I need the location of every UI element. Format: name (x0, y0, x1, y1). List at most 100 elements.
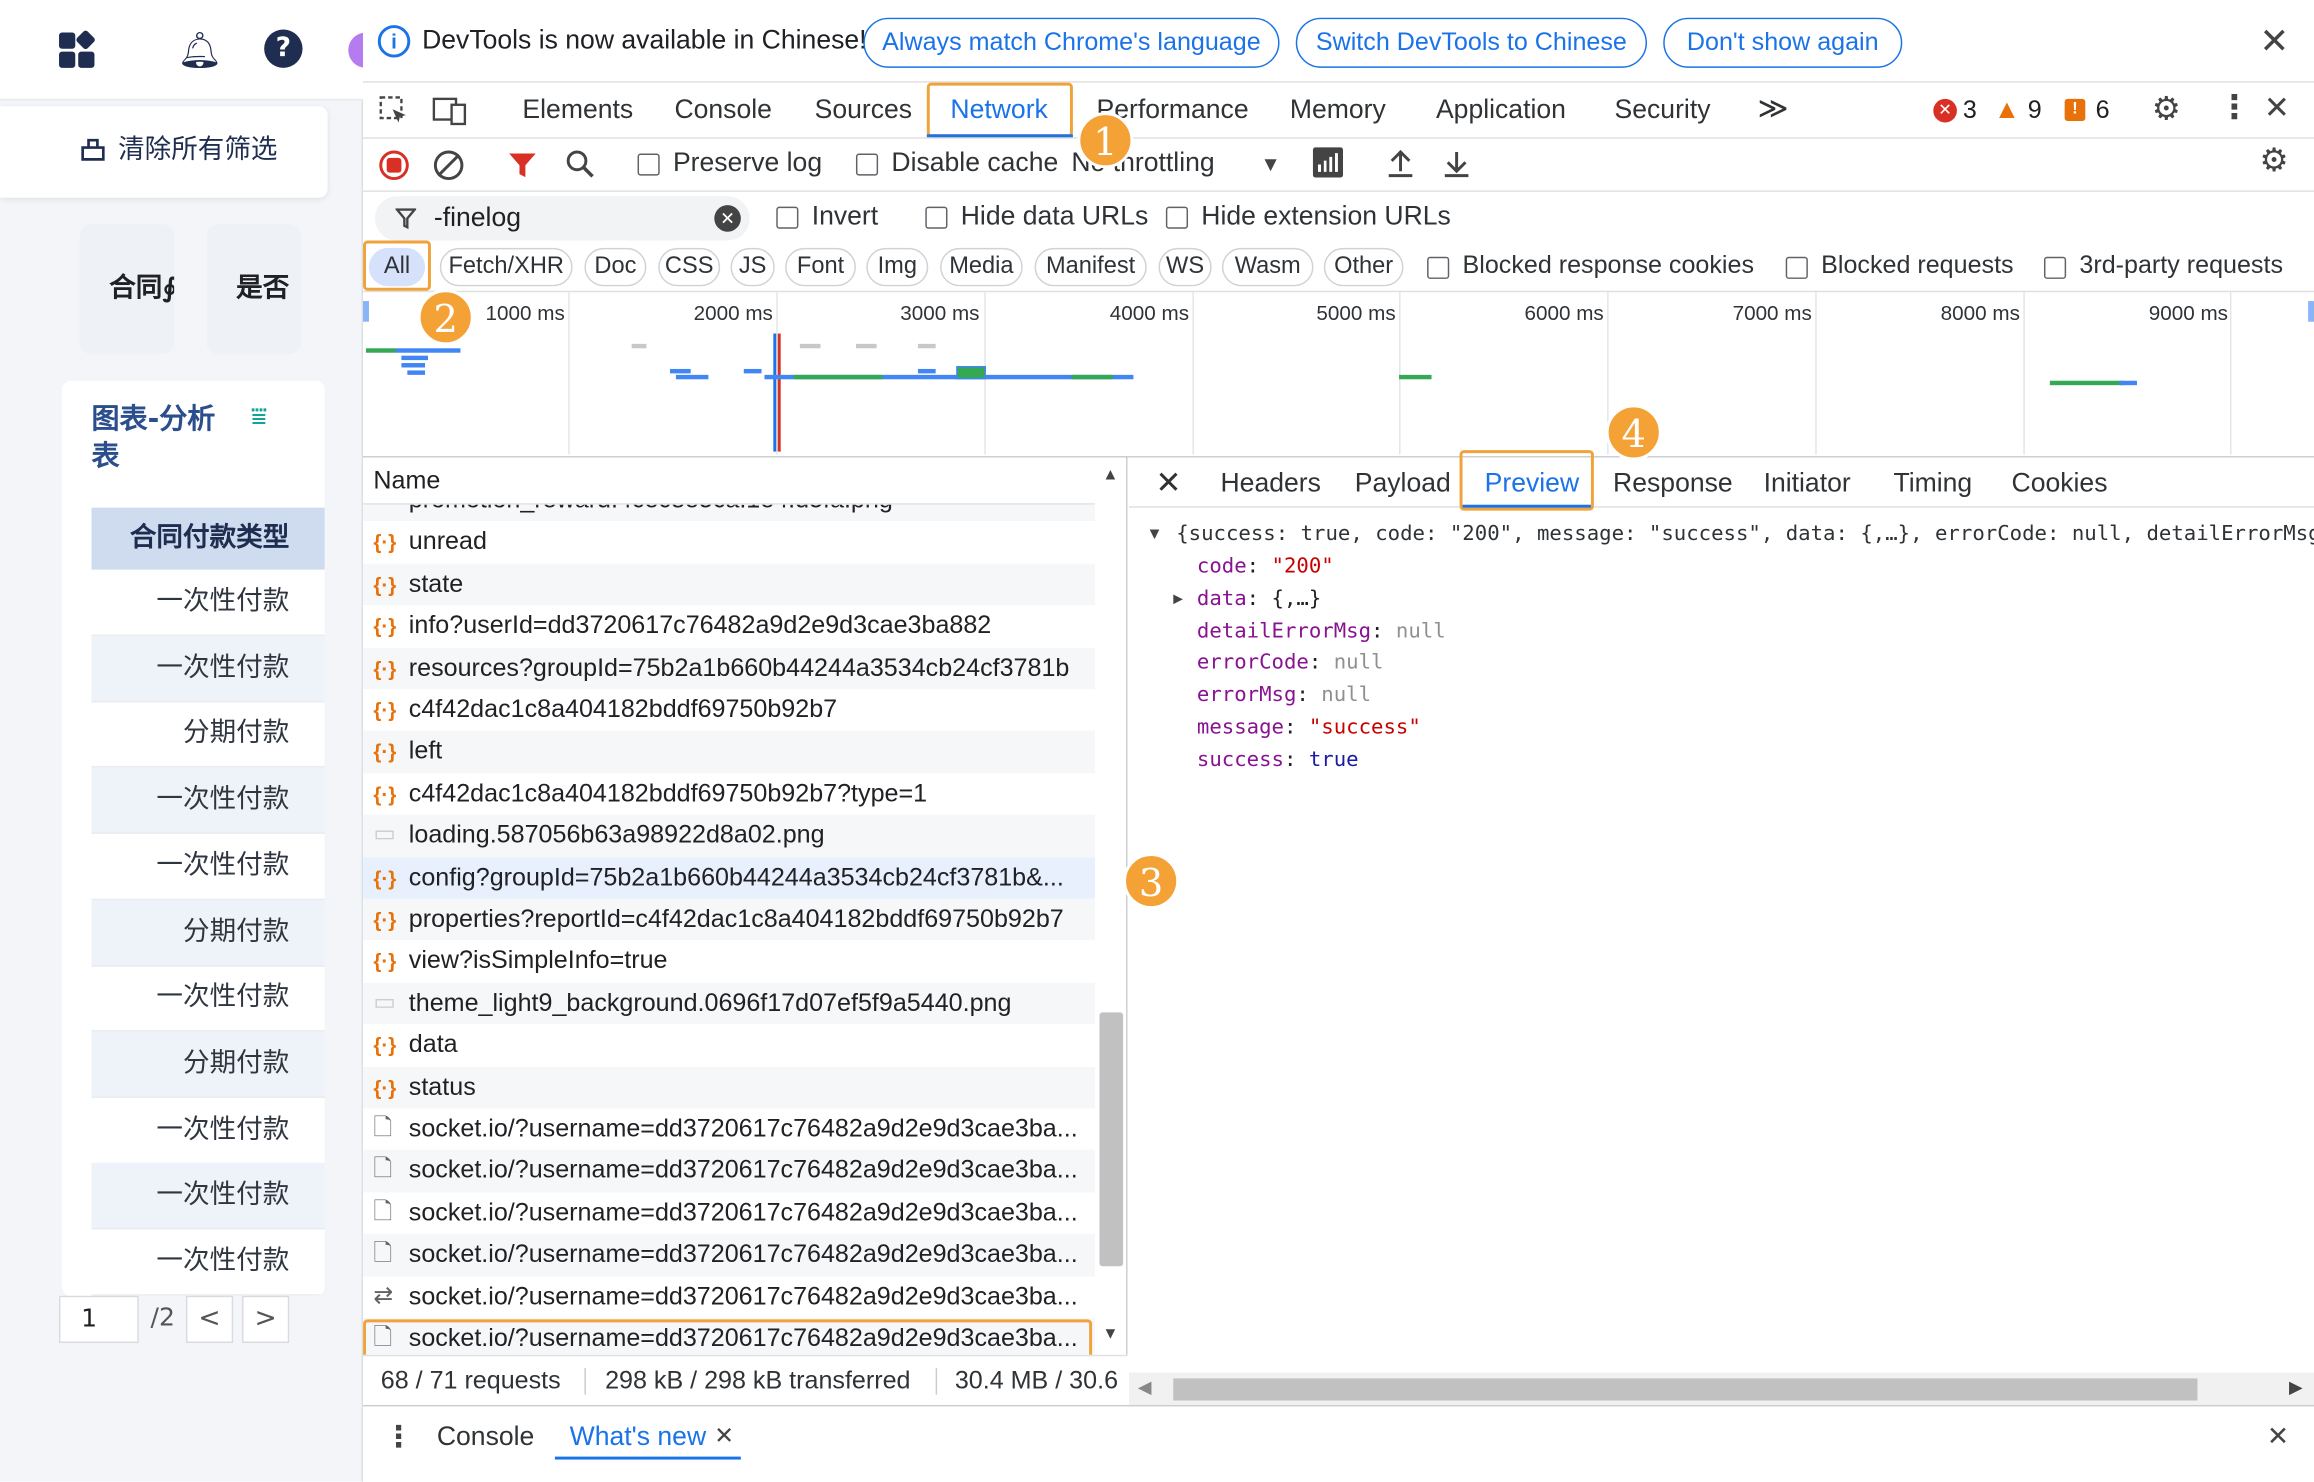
request-row[interactable]: 🗋 socket.io/?username=dd3720617c76482a9d2… (363, 1108, 1095, 1150)
tab-sources[interactable]: Sources (815, 94, 912, 125)
type-chip-fetch-xhr[interactable]: Fetch/XHR (439, 247, 573, 287)
record-stop-icon[interactable] (379, 150, 409, 181)
network-overview-timeline[interactable]: 1000 ms 2000 ms 3000 ms 4000 ms 5000 ms … (363, 292, 2314, 458)
type-chip-manifest[interactable]: Manifest (1034, 247, 1147, 287)
tab-cookies[interactable]: Cookies (2012, 468, 2108, 499)
list-scroll-thumb[interactable] (1099, 1012, 1124, 1267)
disable-cache-checkbox[interactable] (855, 153, 879, 176)
close-detail-icon[interactable]: ✕ (1156, 465, 1182, 502)
timeline-left-handle[interactable] (363, 301, 369, 322)
search-icon[interactable] (565, 149, 597, 181)
table-row[interactable]: 一次性付款 (91, 767, 325, 834)
request-row[interactable]: {·} c4f42dac1c8a404182bddf69750b92b7?type… (363, 773, 1095, 815)
request-row[interactable]: {·} state (363, 563, 1096, 606)
table-row[interactable]: 一次性付款 (91, 1163, 325, 1230)
json-property[interactable]: ▶ data: {,…} (1173, 587, 1321, 611)
request-row[interactable]: {·} properties?reportId=c4f42dac1c8a40418… (363, 898, 1096, 941)
tab-memory[interactable]: Memory (1290, 94, 1386, 125)
tab-preview[interactable]: Preview (1485, 468, 1579, 499)
device-toolbar-icon[interactable] (432, 94, 467, 126)
tab-console[interactable]: Console (674, 94, 771, 125)
close-infobar-icon[interactable]: ✕ (2259, 21, 2289, 64)
clear-filter-icon[interactable]: ✕ (714, 205, 741, 232)
request-row[interactable]: 🗋 socket.io/?username=dd3720617c76482a9d2… (363, 1192, 1095, 1234)
table-row[interactable]: 一次性付款 (91, 965, 325, 1032)
preview-horizontal-scrollbar[interactable]: ◀ ▶ (1128, 1372, 2314, 1405)
type-chip-font[interactable]: Font (785, 247, 856, 287)
header-box-whether[interactable]: 是否 (206, 224, 302, 355)
tab-initiator[interactable]: Initiator (1764, 468, 1851, 499)
request-row[interactable]: {·} data (363, 1024, 1095, 1066)
apps-grid-icon[interactable] (59, 29, 97, 68)
request-row[interactable]: {·} info?userId=dd3720617c76482a9d2e9d3ca… (363, 605, 1095, 647)
dont-show-again-button[interactable]: Don't show again (1663, 17, 1903, 68)
preserve-log-checkbox[interactable] (637, 153, 660, 176)
drawer-tab-whats-new[interactable]: What's new (570, 1421, 706, 1452)
table-row[interactable]: 一次性付款 (91, 1229, 325, 1296)
request-row[interactable]: promotion_reward.4cec8e5ca.1e4.d5fa.png (363, 504, 1096, 522)
prev-page-button[interactable]: < (185, 1295, 234, 1343)
tab-timing[interactable]: Timing (1893, 468, 1972, 499)
type-chip-other[interactable]: Other (1323, 247, 1404, 287)
issues-count[interactable]: 6 (2096, 96, 2110, 126)
help-icon[interactable]: ? (264, 29, 303, 68)
invert-checkbox[interactable] (776, 206, 799, 229)
preview-scroll-thumb[interactable] (1173, 1378, 2198, 1401)
tab-elements[interactable]: Elements (522, 94, 633, 125)
type-chip-wasm[interactable]: Wasm (1221, 247, 1314, 287)
close-whats-new-icon[interactable]: ✕ (714, 1421, 734, 1451)
more-tabs-icon[interactable]: ≫ (1758, 90, 1789, 127)
filter-input[interactable]: -finelog ✕ (374, 196, 750, 241)
type-chip-img[interactable]: Img (866, 247, 929, 287)
type-chip-media[interactable]: Media (940, 247, 1023, 287)
table-row[interactable]: 一次性付款 (91, 570, 325, 637)
request-row-selected[interactable]: {·} config?groupId=75b2a1b660b44244a3534c… (363, 856, 1096, 899)
kebab-menu-icon[interactable]: ⋮ (2218, 89, 2250, 127)
request-row[interactable]: ▭ loading.587056b63a98922d8a02.png (363, 814, 1096, 857)
blocked-cookies-checkbox[interactable] (1427, 256, 1450, 279)
json-summary[interactable]: {success: true, code: "200", message: "s… (1176, 522, 2314, 546)
drawer-menu-icon[interactable]: ⋮ (384, 1418, 414, 1455)
table-row[interactable]: 分期付款 (91, 702, 325, 768)
blocked-requests-checkbox[interactable] (1785, 256, 1808, 279)
request-row[interactable]: {·} status (363, 1066, 1096, 1109)
drawer-tab-console[interactable]: Console (437, 1421, 534, 1452)
scroll-right-icon[interactable]: ▶ (2289, 1377, 2303, 1398)
request-row[interactable]: {·} resources?groupId=75b2a1b660b44244a35… (363, 647, 1096, 690)
next-page-button[interactable]: > (242, 1295, 290, 1343)
name-column-header[interactable]: Name (363, 457, 1096, 505)
inspect-element-icon[interactable] (378, 94, 410, 126)
tab-network[interactable]: Network (950, 94, 1047, 125)
match-language-button[interactable]: Always match Chrome's language (863, 17, 1280, 68)
filter-funnel-icon[interactable] (508, 151, 538, 181)
close-drawer-icon[interactable]: ✕ (2267, 1421, 2289, 1452)
error-count[interactable]: 3 (1963, 96, 1977, 126)
request-row[interactable]: ▭ theme_light9_background.0696f17d07ef5f9… (363, 982, 1096, 1025)
type-chip-doc[interactable]: Doc (584, 247, 647, 287)
collapse-triangle-icon[interactable]: ▼ (1150, 524, 1160, 543)
table-row[interactable]: 一次性付款 (91, 834, 325, 900)
scroll-left-icon[interactable]: ◀ (1138, 1377, 1152, 1398)
expand-triangle-icon[interactable]: ▶ (1173, 589, 1183, 608)
hide-extension-urls-checkbox[interactable] (1165, 206, 1189, 229)
page-input[interactable]: 1 (59, 1295, 139, 1343)
request-row[interactable]: {·} c4f42dac1c8a404182bddf69750b92b7 (363, 689, 1095, 731)
network-conditions-icon[interactable]: 📶︎ (1309, 145, 1346, 182)
export-har-icon[interactable] (1440, 148, 1472, 180)
request-row[interactable]: {·} view?isSimpleInfo=true (363, 941, 1095, 983)
tab-payload[interactable]: Payload (1355, 468, 1451, 499)
clear-filters-button[interactable]: 清除所有筛选 (0, 106, 328, 198)
request-row[interactable]: 🗋 socket.io/?username=dd3720617c76482a9d2… (363, 1150, 1096, 1193)
header-box-contract[interactable]: 合同∮ (79, 224, 175, 355)
switch-chinese-button[interactable]: Switch DevTools to Chinese (1295, 17, 1647, 68)
bell-icon[interactable]: 🔔︎ (177, 30, 222, 71)
filter-icon[interactable]: ⩸ (251, 401, 267, 432)
table-row[interactable]: 一次性付款 (91, 635, 325, 703)
import-har-icon[interactable] (1384, 148, 1416, 180)
type-chip-js[interactable]: JS (730, 247, 775, 287)
request-row[interactable]: 🗋 socket.io/?username=dd3720617c76482a9d2… (363, 1234, 1096, 1276)
scroll-up-icon[interactable]: ▲ (1102, 466, 1118, 484)
request-row[interactable]: {·} unread (363, 522, 1095, 564)
type-chip-css[interactable]: CSS (658, 247, 721, 287)
clear-log-icon[interactable] (433, 150, 464, 181)
